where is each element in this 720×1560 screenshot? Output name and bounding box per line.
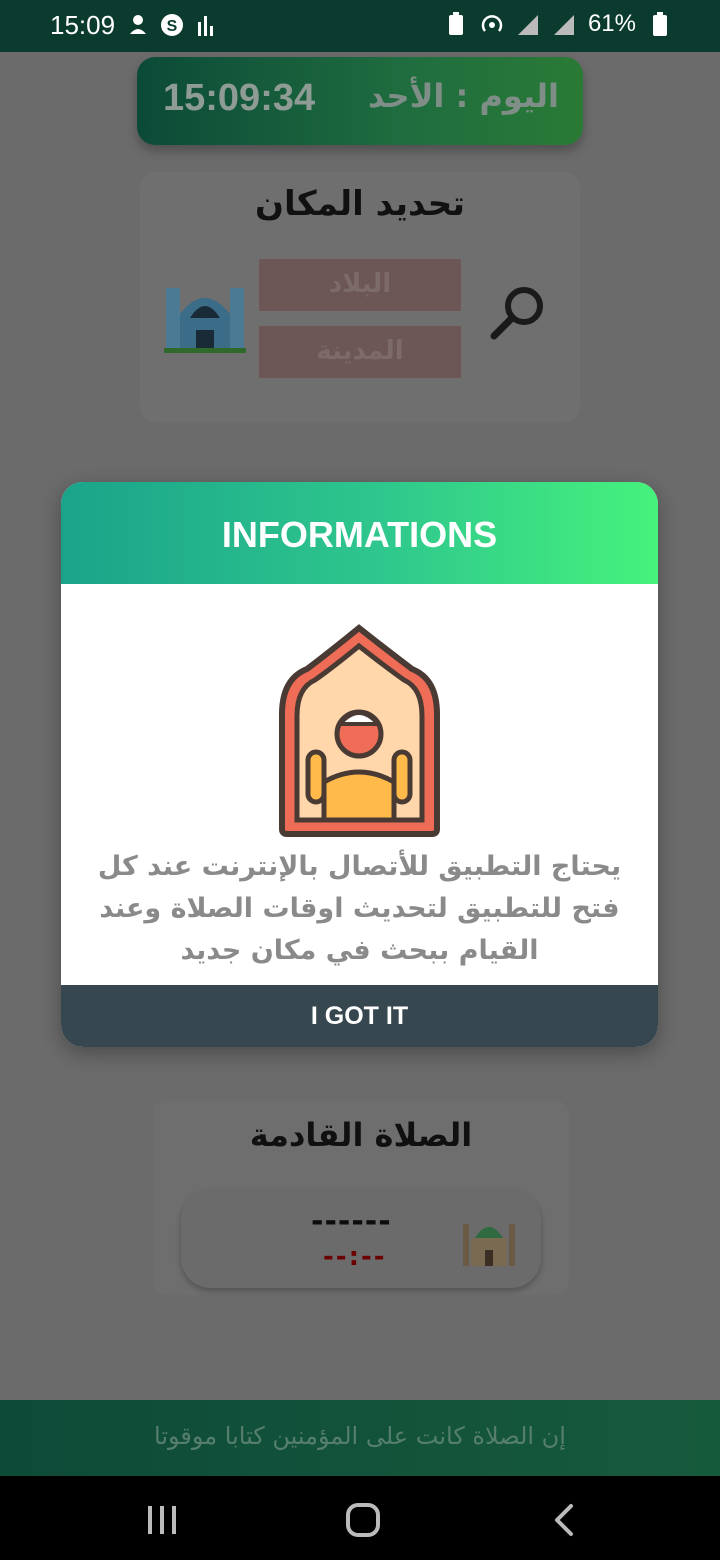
search-icon[interactable] [486,282,550,346]
recent-apps-icon[interactable] [142,1500,182,1540]
svg-text:S: S [167,18,178,35]
next-prayer-card: الصلاة القادمة ------ --:-- [153,1100,569,1295]
back-icon[interactable] [545,1500,585,1540]
status-right: 61% [444,10,672,38]
s-app-icon: S [161,14,183,36]
country-input[interactable]: البلاد [259,259,461,311]
mosque-icon [164,288,246,353]
info-dialog: INFORMATIONS يحتاج التطبيق للأتصال بالإن… [61,482,658,1047]
notification-icons: S [126,12,218,38]
mosque-dome-icon [463,1224,515,1266]
hotspot-icon [481,15,503,32]
got-it-button[interactable]: I GOT IT [61,985,658,1047]
signal-2-icon [553,15,574,35]
battery-saver-icon [448,12,463,35]
home-icon[interactable] [343,1500,383,1540]
current-time: 15:09:34 [163,77,316,119]
status-time: 15:09 [50,10,116,40]
current-day: اليوم : الأحد [368,77,559,115]
next-prayer-time: --:-- [323,1242,387,1272]
location-title: تحديد المكان [255,184,465,224]
navigation-bar [0,1476,720,1560]
location-card: تحديد المكان البلاد المدينة [140,172,580,422]
next-prayer-name: ------ [311,1204,392,1239]
next-prayer-info: ------ --:-- [181,1190,541,1288]
signal-icon [517,15,538,35]
praying-man-icon [279,624,440,837]
dialog-header: INFORMATIONS [61,482,658,584]
city-input[interactable]: المدينة [259,326,461,378]
dialog-title: INFORMATIONS [221,514,498,555]
quote-text: إن الصلاة كانت على المؤمنين كتابا موقوتا [154,1422,566,1450]
status-bar: 15:09 S 61% [0,0,720,52]
battery-icon [653,12,667,36]
dialog-message: يحتاج التطبيق للأتصال بالإنترنت عند كل ف… [97,851,622,966]
mic-notification-icon [130,15,146,34]
clock-card: 15:09:34 اليوم : الأحد [137,57,583,145]
next-prayer-title: الصلاة القادمة [249,1116,473,1154]
quote-bar: إن الصلاة كانت على المؤمنين كتابا موقوتا [0,1400,720,1476]
battery-percent: 61% [587,10,636,37]
stats-icon [198,16,213,36]
